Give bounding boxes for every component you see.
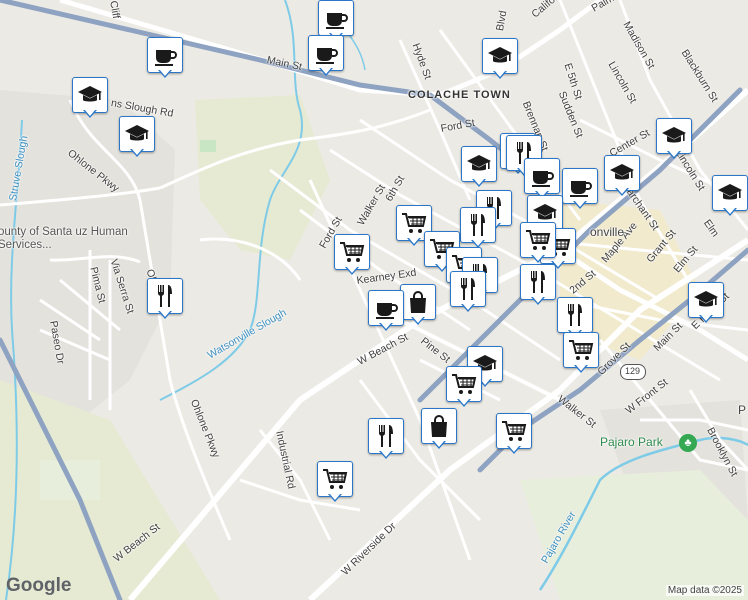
- school-icon: [119, 116, 155, 152]
- poi-pin-grocery-cart[interactable]: [520, 222, 556, 266]
- grocery-cart-icon: [317, 461, 353, 497]
- poi-pin-cafe[interactable]: [562, 168, 598, 212]
- poi-pin-restaurant[interactable]: [450, 271, 486, 315]
- poi-pin-school[interactable]: [461, 146, 497, 190]
- poi-pin-school[interactable]: [72, 77, 108, 121]
- cafe-icon: [147, 37, 183, 73]
- park-tree-icon[interactable]: ♣: [679, 434, 697, 452]
- google-logo: Google: [6, 575, 72, 596]
- grocery-cart-icon: [496, 413, 532, 449]
- poi-pin-cafe[interactable]: [308, 35, 344, 79]
- pin-tip: [723, 207, 737, 216]
- pin-tip: [379, 450, 393, 459]
- map-view[interactable]: Cliff Main St Hyde St Californ Palm Madi…: [0, 0, 748, 600]
- poi-pin-restaurant[interactable]: [147, 278, 183, 322]
- pin-tip: [461, 303, 475, 312]
- poi-pin-grocery-cart[interactable]: [334, 234, 370, 278]
- poi-pin-grocery-cart[interactable]: [446, 366, 482, 410]
- poi-pin-school[interactable]: [688, 282, 724, 326]
- pin-tip: [573, 200, 587, 209]
- pin-tip: [472, 178, 486, 187]
- pin-tip: [493, 70, 507, 79]
- pin-tip: [345, 266, 359, 275]
- route-shield-number: 129: [625, 366, 641, 376]
- poi-pin-school[interactable]: [482, 38, 518, 82]
- restaurant-icon: [147, 278, 183, 314]
- restaurant-icon: [520, 264, 556, 300]
- poi-pin-cafe[interactable]: [147, 37, 183, 81]
- place-label-county-services: ounty of Santa uz Human Services...: [0, 226, 128, 251]
- poi-pin-restaurant[interactable]: [520, 264, 556, 308]
- pin-tip: [328, 493, 342, 502]
- shopping-bag-icon: [421, 408, 457, 444]
- poi-pin-shopping-bag[interactable]: [421, 408, 457, 452]
- school-icon: [656, 118, 692, 154]
- pin-tip: [531, 254, 545, 263]
- pin-tip: [158, 310, 172, 319]
- cafe-icon: [562, 168, 598, 204]
- poi-pin-grocery-cart[interactable]: [317, 461, 353, 505]
- restaurant-icon: [450, 271, 486, 307]
- street-label-clifford: Cliff: [107, 0, 123, 20]
- grocery-cart-icon: [563, 332, 599, 368]
- poi-pin-restaurant[interactable]: [368, 418, 404, 462]
- pin-tip: [432, 440, 446, 449]
- pin-tip: [379, 322, 393, 331]
- cafe-icon: [368, 290, 404, 326]
- pin-tip: [531, 296, 545, 305]
- poi-pin-school[interactable]: [712, 175, 748, 219]
- pin-tip: [667, 150, 681, 159]
- city-label-p: P: [738, 403, 747, 417]
- shopping-bag-icon: [400, 284, 436, 320]
- pin-tip: [130, 148, 144, 157]
- school-icon: [461, 146, 497, 182]
- poi-pin-school[interactable]: [656, 118, 692, 162]
- poi-pin-grocery-cart[interactable]: [496, 413, 532, 457]
- pin-tip: [699, 314, 713, 323]
- school-icon: [482, 38, 518, 74]
- city-label-watsonville: onville: [590, 225, 625, 239]
- grocery-cart-icon: [334, 234, 370, 270]
- pin-tip: [615, 187, 629, 196]
- pin-tip: [83, 109, 97, 118]
- school-icon: [688, 282, 724, 318]
- grocery-cart-icon: [446, 366, 482, 402]
- restaurant-icon: [368, 418, 404, 454]
- pin-tip: [457, 398, 471, 407]
- pin-tip: [407, 237, 421, 246]
- cafe-icon: [308, 35, 344, 71]
- school-icon: [72, 77, 108, 113]
- poi-pin-school[interactable]: [119, 116, 155, 160]
- cafe-icon: [524, 158, 560, 194]
- pin-tip: [411, 316, 425, 325]
- restaurant-icon: [460, 207, 496, 243]
- poi-pin-restaurant[interactable]: [460, 207, 496, 251]
- pin-tip: [574, 364, 588, 373]
- map-attribution[interactable]: Map data ©2025: [665, 585, 744, 596]
- pin-tip: [507, 445, 521, 454]
- school-icon: [604, 155, 640, 191]
- park-label-pajaro-park[interactable]: Pajaro Park: [600, 436, 663, 448]
- poi-pin-shopping-bag[interactable]: [400, 284, 436, 328]
- neighborhood-label-colache-town: COLACHE TOWN: [408, 89, 511, 101]
- cafe-icon: [318, 0, 354, 36]
- pin-tip: [158, 69, 172, 78]
- school-icon: [712, 175, 748, 211]
- poi-pin-grocery-cart[interactable]: [563, 332, 599, 376]
- pin-tip: [319, 67, 333, 76]
- poi-pin-cafe[interactable]: [368, 290, 404, 334]
- grocery-cart-icon: [520, 222, 556, 258]
- restaurant-icon: [557, 297, 593, 333]
- poi-pin-school[interactable]: [604, 155, 640, 199]
